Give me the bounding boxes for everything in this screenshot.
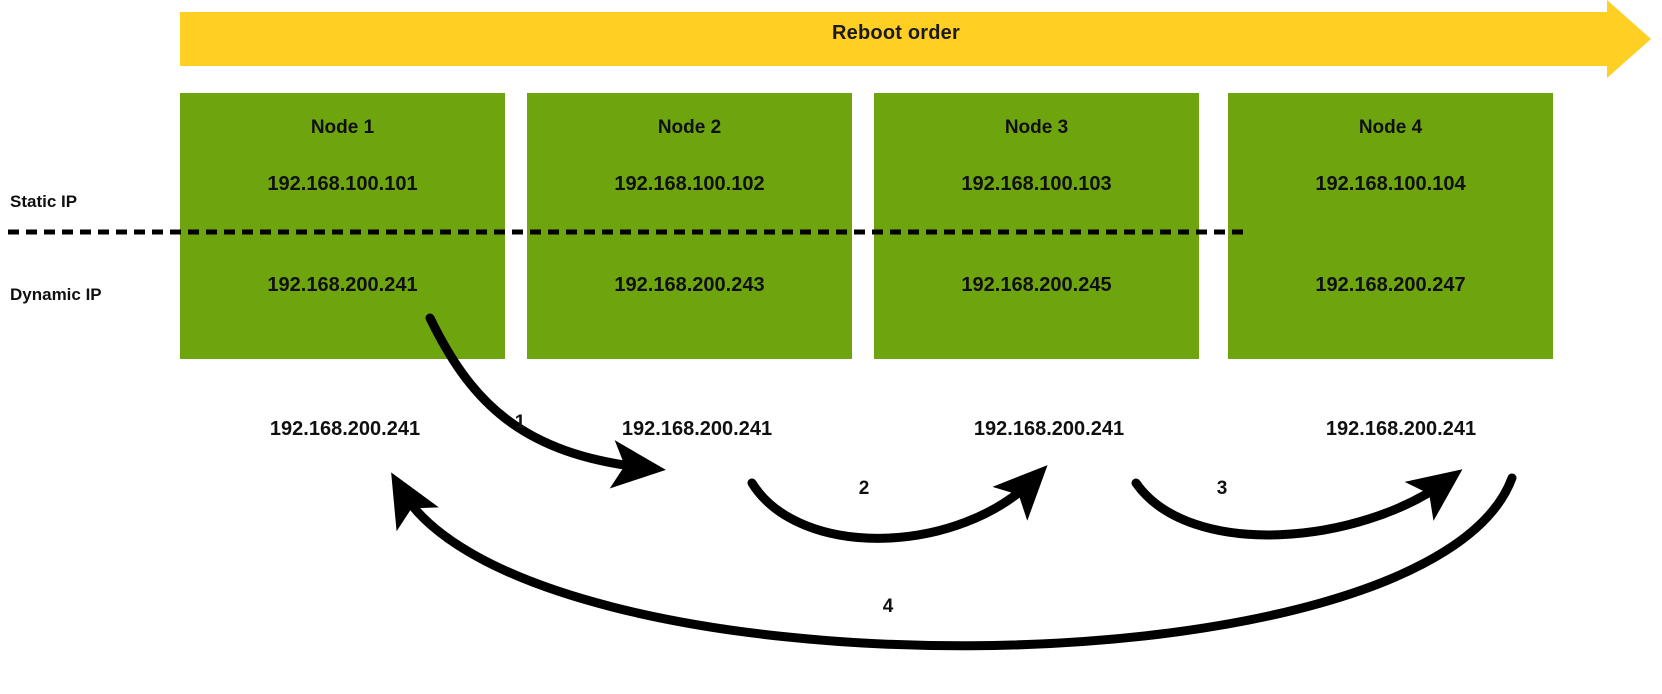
floating-ip-label-4: 192.168.200.241	[1325, 418, 1477, 440]
node-title: Node 3	[1004, 117, 1069, 138]
reboot-order-label: Reboot order	[832, 22, 960, 44]
step-number-3: 3	[1216, 478, 1228, 499]
node-static-ip: 192.168.100.101	[267, 173, 418, 195]
floating-ip-label-1: 192.168.200.241	[269, 418, 421, 440]
dynamic-ip-row-label: Dynamic IP	[10, 285, 102, 304]
node-dynamic-ip: 192.168.200.245	[961, 274, 1112, 296]
floating-ip-label-2: 192.168.200.241	[621, 418, 773, 440]
migration-arrow-2	[747, 465, 1048, 543]
node-dynamic-ip: 192.168.200.247	[1315, 274, 1466, 296]
node-title: Node 1	[310, 117, 375, 138]
step-number-1: 1	[514, 412, 526, 433]
node-title: Node 2	[657, 117, 722, 138]
node-card-3[interactable]: Node 3 192.168.100.103 192.168.200.245	[874, 93, 1199, 359]
node-dynamic-ip: 192.168.200.243	[614, 274, 765, 296]
migration-arrow-3	[1131, 469, 1463, 540]
node-card-1[interactable]: Node 1 192.168.100.101 192.168.200.241	[180, 93, 505, 359]
migration-arrow-4	[391, 472, 1517, 651]
step-number-4: 4	[882, 596, 894, 617]
node-card-4[interactable]: Node 4 192.168.100.104 192.168.200.247	[1228, 93, 1553, 359]
step-number-2: 2	[858, 478, 870, 499]
floating-ip-label-3: 192.168.200.241	[973, 418, 1125, 440]
node-static-ip: 192.168.100.102	[614, 173, 765, 195]
node-title: Node 4	[1358, 117, 1423, 138]
node-static-ip: 192.168.100.104	[1315, 173, 1466, 195]
diagram-canvas: Reboot order Node 1 192.168.100.101 192.…	[0, 0, 1662, 694]
static-ip-row-label: Static IP	[10, 192, 78, 211]
node-static-ip: 192.168.100.103	[961, 173, 1112, 195]
node-card-2[interactable]: Node 2 192.168.100.102 192.168.200.243	[527, 93, 852, 359]
node-dynamic-ip: 192.168.200.241	[267, 274, 418, 296]
